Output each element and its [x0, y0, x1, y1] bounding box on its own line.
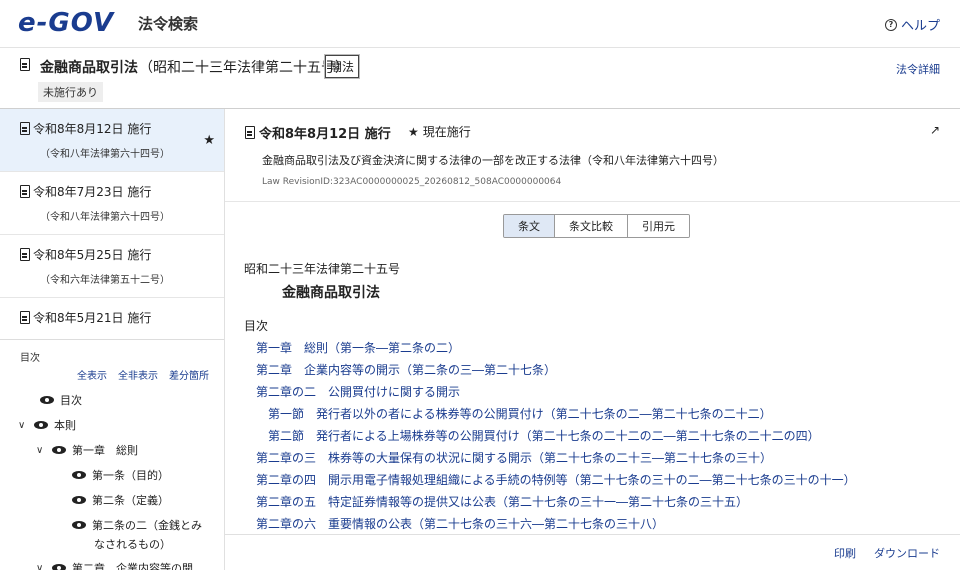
- revision-law: （令和六年法律第五十二号）: [40, 275, 170, 286]
- tree-label: なされるもの）: [94, 538, 171, 551]
- law-number-text: 昭和二十三年法律第二十五号: [244, 262, 401, 276]
- document-icon: [20, 185, 30, 198]
- show-all-link[interactable]: 全表示: [77, 367, 107, 382]
- download-link[interactable]: ダウンロード: [874, 545, 940, 561]
- chevron-down-icon[interactable]: ∨: [18, 420, 28, 431]
- tab-cited-by[interactable]: 引用元: [628, 215, 689, 237]
- revision-date-row: 令和8年5月25日 施行: [20, 246, 151, 263]
- revision-item[interactable]: 令和8年7月23日 施行 （令和八年法律第六十四号）: [0, 172, 224, 235]
- revision-description: 金融商品取引法及び資金決済に関する法律の一部を改正する法律（令和八年法律第六十四…: [262, 154, 724, 167]
- revision-date-row: 令和8年8月12日 施行: [20, 120, 151, 137]
- eye-icon[interactable]: [72, 521, 86, 529]
- eye-icon[interactable]: [72, 471, 86, 479]
- tree-item-article-2-2[interactable]: 第二条の二（金銭とみ: [72, 517, 202, 533]
- tree-label: 第一章 総則: [72, 444, 138, 457]
- tree-item-article-2[interactable]: 第二条（定義）: [72, 492, 169, 508]
- logo-text: e-GOV: [18, 8, 115, 38]
- law-name: 金融商品取引法: [40, 60, 138, 76]
- toc-heading: 目次: [244, 319, 269, 333]
- toc-link-chapter-2-4[interactable]: 第二章の四 開示用電子情報処理組織による手続の特例等（第二十七条の三十の二―第二…: [256, 471, 856, 488]
- law-detail-link[interactable]: 法令詳細: [896, 61, 940, 77]
- revision-list[interactable]: 令和8年8月12日 施行 （令和八年法律第六十四号） ★ 令和8年7月23日 施…: [0, 109, 224, 339]
- hide-all-link[interactable]: 全非表示: [118, 367, 158, 382]
- tree-label: 第二条（定義）: [92, 494, 169, 507]
- toc-link-section-2[interactable]: 第二節 発行者による上場株券等の公開買付け（第二十七条の二十二の二―第二十七条の…: [268, 427, 820, 444]
- question-icon: ?: [884, 18, 897, 31]
- toc-link-chapter-2-6[interactable]: 第二章の六 重要情報の公表（第二十七条の三十六―第二十七条の三十八）: [256, 515, 664, 532]
- document-icon: [20, 58, 30, 71]
- revision-law: （令和八年法律第六十四号）: [40, 149, 170, 160]
- revision-title-text: 令和8年8月12日 施行: [259, 127, 391, 142]
- tree-label: 第二章 企業内容等の開: [72, 562, 193, 570]
- toc-actions: 全表示 全非表示 差分箇所: [77, 367, 209, 382]
- revision-title: 令和8年8月12日 施行: [245, 123, 391, 142]
- tree-item-chapter-2[interactable]: ∨ 第二章 企業内容等の開: [36, 560, 193, 570]
- diff-link[interactable]: 差分箇所: [169, 367, 209, 382]
- tree-item-article-1[interactable]: 第一条（目的）: [72, 467, 169, 483]
- eye-icon[interactable]: [52, 446, 66, 454]
- star-icon: ★: [408, 124, 419, 139]
- revision-item[interactable]: 令和8年8月12日 施行 （令和八年法律第六十四号） ★: [0, 109, 224, 172]
- revision-date-row: 令和8年7月23日 施行: [20, 183, 151, 200]
- revision-law: （令和八年法律第六十四号）: [40, 212, 170, 223]
- current-status-text: 現在施行: [422, 125, 471, 139]
- tree-label: 第二条の二（金銭とみ: [92, 519, 202, 532]
- eye-icon[interactable]: [52, 564, 66, 570]
- revision-date: 令和8年7月23日 施行: [33, 185, 152, 199]
- toc-link-chapter-2[interactable]: 第二章 企業内容等の開示（第二条の三―第二十七条）: [256, 361, 556, 378]
- toc-link-section-1[interactable]: 第一節 発行者以外の者による株券等の公開買付け（第二十七条の二―第二十七条の二十…: [268, 405, 772, 422]
- tab-articles[interactable]: 条文: [504, 215, 555, 237]
- toc-link-chapter-1[interactable]: 第一章 総則（第一条―第二条の二）: [256, 339, 460, 356]
- eye-icon[interactable]: [40, 396, 54, 404]
- revision-date: 令和8年5月21日 施行: [33, 311, 152, 325]
- document-icon: [20, 311, 30, 324]
- help-label: ヘルプ: [900, 19, 940, 34]
- document-icon: [245, 126, 255, 139]
- document-icon: [20, 122, 30, 135]
- toc-panel[interactable]: 目次 全表示 全非表示 差分箇所 目次 ∨ 本則 ∨ 第一章 総則 第一条（目的…: [0, 339, 224, 570]
- content-footer: 印刷 ダウンロード: [225, 534, 960, 570]
- chevron-down-icon[interactable]: ∨: [36, 445, 46, 456]
- toc-link-chapter-2-5[interactable]: 第二章の五 特定証券情報等の提供又は公表（第二十七条の三十一―第二十七条の三十五…: [256, 493, 748, 510]
- toc-label: 目次: [20, 353, 40, 364]
- app-title[interactable]: 法令検索: [138, 13, 198, 34]
- chevron-down-icon[interactable]: ∨: [36, 563, 46, 570]
- top-header: e-GOV 法令検索 ? ヘルプ: [0, 0, 960, 48]
- egov-logo[interactable]: e-GOV: [18, 8, 114, 38]
- revision-header: 令和8年8月12日 施行 ★ 現在施行 金融商品取引法及び資金決済に関する法律の…: [225, 109, 960, 202]
- revision-date: 令和8年8月12日 施行: [33, 122, 152, 136]
- unenforced-status-badge: 未施行あり: [38, 82, 103, 102]
- revision-item[interactable]: 令和8年5月25日 施行 （令和六年法律第五十二号）: [0, 235, 224, 298]
- help-link[interactable]: ? ヘルプ: [884, 15, 940, 34]
- law-number: （昭和二十三年法律第二十五号）: [139, 60, 349, 76]
- law-title-text: 金融商品取引法: [282, 285, 380, 301]
- document-icon: [20, 248, 30, 261]
- revision-item[interactable]: 令和8年5月21日 施行: [0, 298, 224, 339]
- law-type-badge: 閣法: [325, 55, 360, 78]
- current-status: ★ 現在施行: [408, 123, 471, 140]
- tree-item-article-2-2-continuation[interactable]: なされるもの）: [94, 536, 171, 552]
- star-icon: ★: [203, 133, 215, 148]
- eye-icon[interactable]: [34, 421, 48, 429]
- tree-item-chapter-1[interactable]: ∨ 第一章 総則: [36, 442, 138, 458]
- tab-article-comparison[interactable]: 条文比較: [555, 215, 628, 237]
- revision-id: Law RevisionID:323AC0000000025_20260812_…: [262, 177, 562, 187]
- law-content[interactable]: 昭和二十三年法律第二十五号 金融商品取引法 目次 第一章 総則（第一条―第二条の…: [225, 249, 960, 534]
- tree-label: 目次: [60, 394, 82, 407]
- eye-icon[interactable]: [72, 496, 86, 504]
- toc-link-chapter-2-2[interactable]: 第二章の二 公開買付けに関する開示: [256, 383, 460, 400]
- left-panel: 令和8年8月12日 施行 （令和八年法律第六十四号） ★ 令和8年7月23日 施…: [0, 109, 225, 570]
- tree-label: 第一条（目的）: [92, 469, 169, 482]
- print-link[interactable]: 印刷: [834, 545, 856, 561]
- law-title-bar: 金融商品取引法 （昭和二十三年法律第二十五号） 閣法 未施行あり 法令詳細: [0, 48, 960, 109]
- tree-item-toc[interactable]: 目次: [40, 392, 82, 408]
- main-panel: 令和8年8月12日 施行 ★ 現在施行 金融商品取引法及び資金決済に関する法律の…: [225, 109, 960, 570]
- revision-date-row: 令和8年5月21日 施行: [20, 309, 151, 326]
- view-tabs: 条文 条文比較 引用元: [503, 214, 690, 238]
- tree-label: 本則: [54, 419, 76, 432]
- toc-link-chapter-2-3[interactable]: 第二章の三 株券等の大量保有の状況に関する開示（第二十七条の二十三―第二十七条の…: [256, 449, 772, 466]
- revision-date: 令和8年5月25日 施行: [33, 248, 152, 262]
- tree-item-main-provisions[interactable]: ∨ 本則: [18, 417, 76, 433]
- external-link-icon[interactable]: ↗: [930, 123, 940, 137]
